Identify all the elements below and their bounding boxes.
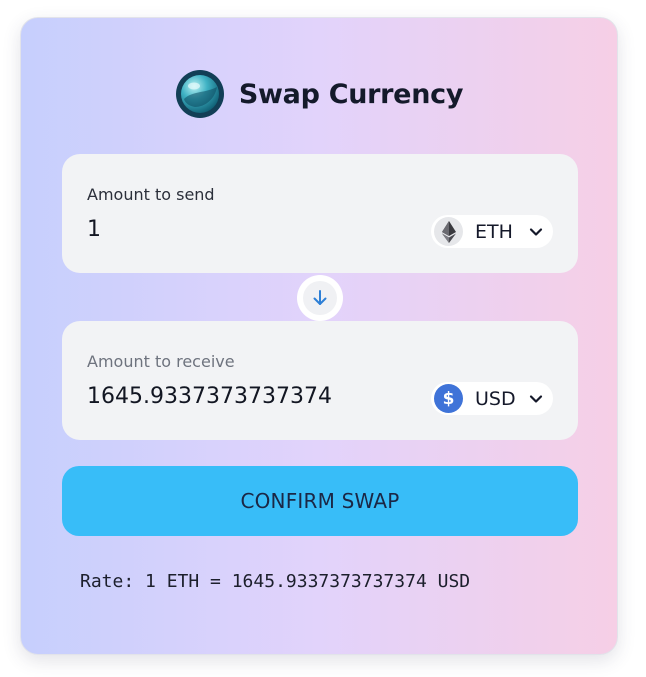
ethereum-icon — [434, 217, 463, 246]
confirm-swap-button[interactable]: CONFIRM SWAP — [62, 466, 578, 536]
send-currency-code: ETH — [475, 220, 513, 243]
globe-logo-icon — [175, 70, 224, 118]
receive-amount-label: Amount to receive — [87, 352, 235, 371]
arrow-down-icon — [313, 290, 327, 305]
swap-direction-button[interactable] — [297, 275, 343, 321]
dollar-icon: $ — [434, 384, 463, 413]
send-panel: Amount to send 1 ETH — [62, 154, 578, 273]
receive-panel: Amount to receive 1645.9337373737374 $ U… — [62, 321, 578, 440]
send-amount-label: Amount to send — [87, 185, 215, 204]
receive-currency-code: USD — [475, 387, 516, 410]
page-title: Swap Currency — [238, 78, 464, 110]
receive-currency-select[interactable]: $ USD — [431, 382, 553, 415]
send-amount-input[interactable]: 1 — [87, 217, 101, 242]
receive-amount-value: 1645.9337373737374 — [87, 384, 332, 409]
chevron-down-icon — [529, 227, 543, 236]
swap-direction-inner — [303, 281, 337, 315]
chevron-down-icon — [529, 394, 543, 403]
swap-card: Swap Currency Amount to send 1 ETH Amoun… — [20, 17, 618, 655]
exchange-rate-text: Rate: 1 ETH = 1645.9337373737374 USD — [80, 571, 471, 592]
send-currency-select[interactable]: ETH — [431, 215, 553, 248]
swap-header: Swap Currency — [21, 68, 617, 120]
